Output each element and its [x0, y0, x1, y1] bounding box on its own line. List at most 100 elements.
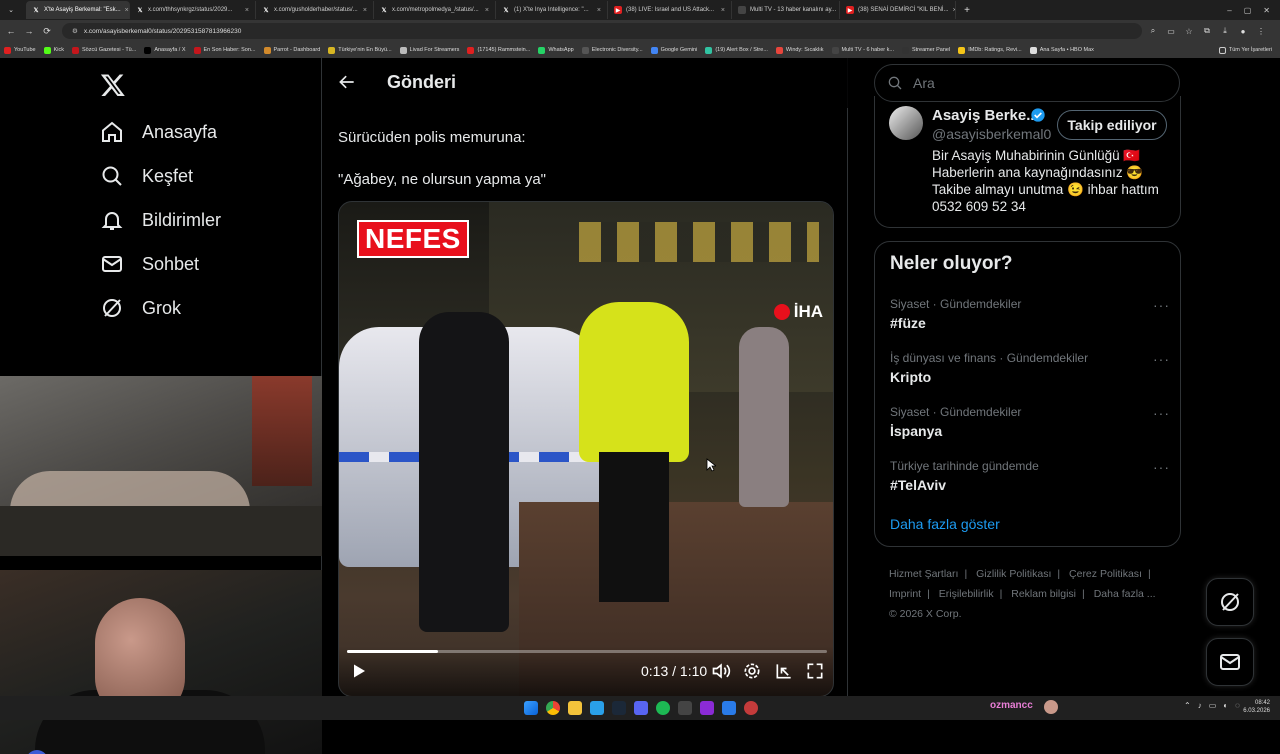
close-icon[interactable]: ×: [485, 7, 489, 14]
x-logo-icon[interactable]: [100, 72, 126, 98]
bookmark-item[interactable]: Sözcü Gazetesi - Tü...: [72, 46, 136, 54]
browser-tab[interactable]: 𝕏 (1) X'te Inya Intelligence: "... ×: [496, 1, 608, 19]
browser-tab[interactable]: ▶ (38) LIVE: Israel and US Attack... ×: [608, 1, 732, 19]
bookmark-item[interactable]: YouTube: [4, 46, 36, 54]
extensions-icon[interactable]: ⧉: [1200, 24, 1214, 38]
bookmark-item[interactable]: Türkiye'nin En Büyü...: [328, 46, 392, 54]
close-icon[interactable]: ×: [125, 7, 129, 14]
avatar[interactable]: [889, 106, 923, 140]
browser-tab[interactable]: 𝕏 x.com/metropolmedya_/status/... ×: [374, 1, 496, 19]
fullscreen-icon[interactable]: [805, 661, 825, 681]
messages-fab[interactable]: [1206, 638, 1254, 686]
bookmark-item[interactable]: (19) Alert Box / Stre...: [705, 46, 768, 54]
footer-link[interactable]: Imprint: [889, 588, 921, 600]
new-tab-icon[interactable]: +: [960, 3, 974, 17]
grok-fab[interactable]: [1206, 578, 1254, 626]
chevron-up-icon[interactable]: ⌃: [1184, 701, 1191, 710]
zoom-icon[interactable]: ⌕: [1146, 24, 1160, 38]
video-progress-bar[interactable]: [347, 650, 827, 653]
chrome-icon[interactable]: [546, 701, 560, 715]
browser-tab[interactable]: ▶ (38) SENAİ DEMİRCİ "KIL BENİ... ×: [840, 1, 956, 19]
app-icon[interactable]: [744, 701, 758, 715]
footer-link[interactable]: Hizmet Şartları: [889, 568, 958, 580]
browser-tab[interactable]: Multi TV - 13 haber kanalını ay... ×: [732, 1, 840, 19]
minimize-icon[interactable]: –: [1227, 6, 1231, 15]
back-arrow-icon[interactable]: [337, 72, 357, 92]
trend-item[interactable]: İş dünyası ve finans · Gündemdekiler Kri…: [890, 351, 1170, 385]
window-close-icon[interactable]: ✕: [1263, 6, 1270, 15]
bookmark-item[interactable]: Streamer Panel: [901, 46, 950, 54]
nav-item-grok[interactable]: Grok: [100, 296, 181, 320]
bookmark-item[interactable]: Electronic Diversity...: [581, 46, 643, 54]
bookmark-item[interactable]: Anasayfa / X: [144, 46, 186, 54]
bookmark-item[interactable]: Multi TV - 6 haber k...: [831, 46, 894, 54]
more-options-icon[interactable]: ···: [1153, 351, 1170, 367]
app-icon[interactable]: [590, 701, 604, 715]
bookmark-item[interactable]: WhatsApp: [538, 46, 574, 54]
forward-icon[interactable]: →: [22, 24, 36, 38]
app-icon[interactable]: [678, 701, 692, 715]
nav-item-chat[interactable]: Sohbet: [100, 252, 199, 276]
download-icon[interactable]: ⤓: [1218, 24, 1232, 38]
steam-icon[interactable]: [612, 701, 626, 715]
notification-icon[interactable]: ◌: [1235, 701, 1240, 710]
all-bookmarks[interactable]: Tüm Yer İşaretleri: [1218, 46, 1272, 54]
app-icon[interactable]: [722, 701, 736, 715]
trend-item[interactable]: Siyaset · Gündemdekiler İspanya ···: [890, 405, 1170, 439]
volume-icon[interactable]: [711, 661, 731, 681]
spotify-icon[interactable]: [656, 701, 670, 715]
site-info-icon[interactable]: ⚙: [72, 27, 78, 35]
windows-start-icon[interactable]: [524, 701, 538, 715]
back-icon[interactable]: ←: [4, 24, 18, 38]
bookmark-item[interactable]: Google Gemini: [650, 46, 697, 54]
more-options-icon[interactable]: ···: [1153, 405, 1170, 421]
microphone-icon[interactable]: ♪: [1198, 701, 1202, 710]
close-icon[interactable]: ×: [721, 7, 725, 14]
footer-link[interactable]: Çerez Politikası: [1069, 568, 1142, 580]
network-icon[interactable]: ▭: [1209, 701, 1217, 710]
close-icon[interactable]: ×: [597, 7, 601, 14]
more-options-icon[interactable]: ···: [1153, 297, 1170, 313]
more-options-icon[interactable]: ···: [1153, 459, 1170, 475]
app-icon[interactable]: [700, 701, 714, 715]
menu-icon[interactable]: ⋮: [1254, 24, 1268, 38]
bookmark-item[interactable]: Parrot - Dashboard: [263, 46, 320, 54]
picture-in-picture-icon[interactable]: [774, 661, 794, 681]
nav-item-explore[interactable]: Keşfet: [100, 164, 193, 188]
taskbar-clock[interactable]: 08:42 6.03.2026: [1243, 699, 1270, 715]
bookmark-item[interactable]: (17145) Rammstein...: [467, 46, 530, 54]
browser-tab[interactable]: 𝕏 x.com/thhsynkrgz/status/2029... ×: [130, 1, 256, 19]
trend-item[interactable]: Siyaset · Gündemdekiler #füze ···: [890, 297, 1170, 331]
file-explorer-icon[interactable]: [568, 701, 582, 715]
bookmark-item[interactable]: Livad For Streamers: [399, 46, 459, 54]
profile-handle[interactable]: @asayisberkemal0: [932, 126, 1051, 142]
footer-link[interactable]: Daha fazla ...: [1094, 588, 1156, 600]
volume-icon[interactable]: ◐: [1223, 701, 1228, 710]
bookmark-item[interactable]: Kick: [43, 46, 64, 54]
close-icon[interactable]: ×: [245, 7, 249, 14]
trend-item[interactable]: Türkiye tarihinde gündemde #TelAviv ···: [890, 459, 1170, 493]
video-player[interactable]: NEFES İHA 0:13 / 1:10: [338, 201, 834, 697]
discord-icon[interactable]: [634, 701, 648, 715]
reload-icon[interactable]: ⟳: [40, 24, 54, 38]
maximize-icon[interactable]: ▢: [1244, 6, 1252, 15]
footer-link[interactable]: Gizlilik Politikası: [976, 568, 1051, 580]
nav-item-home[interactable]: Anasayfa: [100, 120, 217, 144]
url-field[interactable]: ⚙ x.com/asayisberkemal0/status/202953158…: [62, 23, 1142, 39]
bookmark-item[interactable]: En Son Haber: Son...: [193, 46, 256, 54]
bookmark-item[interactable]: IMDb: Ratings, Revi...: [958, 46, 1022, 54]
footer-link[interactable]: Reklam bilgisi: [1011, 588, 1076, 600]
tab-search-icon[interactable]: ⌄: [4, 3, 18, 17]
install-icon[interactable]: ▭: [1164, 24, 1178, 38]
browser-tab[interactable]: 𝕏 X'te Asayiş Berkemal: "Esk... ×: [26, 1, 130, 19]
profile-icon[interactable]: ●: [1236, 24, 1250, 38]
nav-item-notifications[interactable]: Bildirimler: [100, 208, 221, 232]
close-icon[interactable]: ×: [363, 7, 367, 14]
play-icon[interactable]: [351, 663, 367, 679]
profile-name[interactable]: Asayiş Berke...: [932, 107, 1039, 124]
bookmark-item[interactable]: Windy: Sıcaklık: [775, 46, 824, 54]
following-button[interactable]: Takip ediliyor: [1057, 110, 1167, 140]
footer-link[interactable]: Erişilebilirlik: [939, 588, 994, 600]
close-icon[interactable]: ×: [953, 7, 955, 14]
show-more-link[interactable]: Daha fazla göster: [890, 516, 1000, 532]
